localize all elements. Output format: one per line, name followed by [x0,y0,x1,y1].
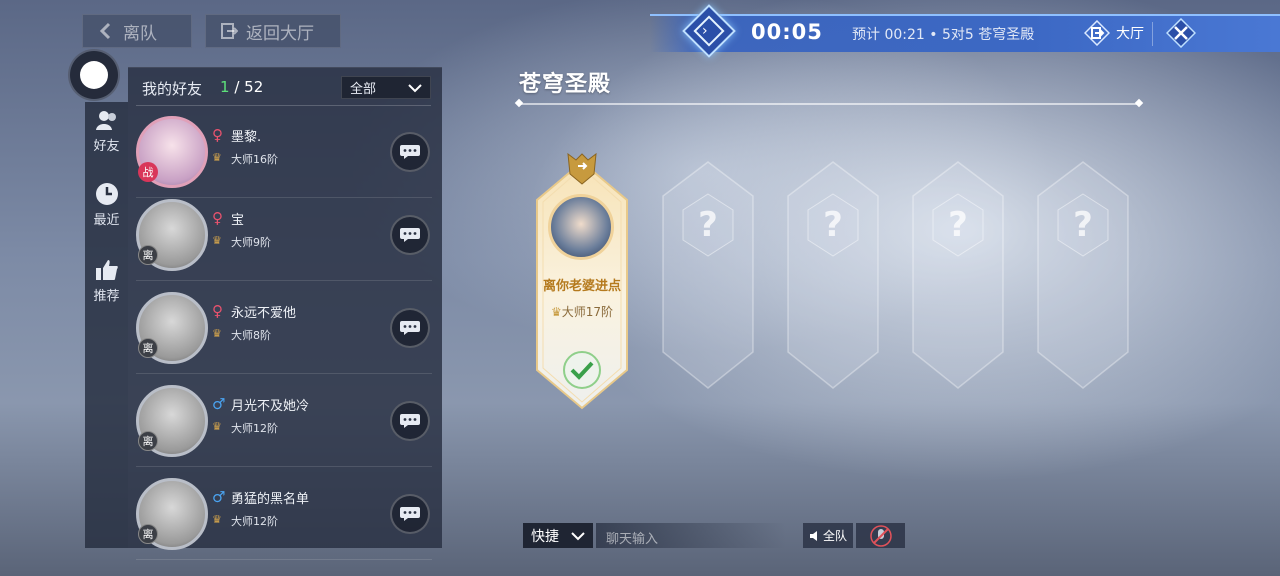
chat-bubble-button[interactable] [390,132,430,172]
play-arrow-icon: › [702,23,708,39]
unknown-player-icon: ? [948,205,968,245]
friend-status-badge: 离 [138,338,158,358]
friend-name: 永远不爱他 [231,306,297,321]
chat-bubble-icon [400,414,420,428]
back-to-lobby-button[interactable]: 返回大厅 [205,14,341,48]
mic-muted-icon [869,524,892,547]
unknown-player-icon: ? [1073,205,1093,245]
chat-bubble-icon [400,228,420,242]
chat-bubble-button[interactable] [390,215,430,255]
chat-bubble-icon [400,321,420,335]
friend-name: 宝 [231,213,245,228]
unknown-player-icon: ? [823,205,843,245]
voice-team-label: 全队 [822,529,847,543]
player-avatar[interactable] [548,194,614,260]
gender-icon: ♂ [212,395,226,413]
team-leader-crest-icon [567,152,597,185]
friend-rank: 大师16阶 [231,153,278,166]
rail-tab-recommend-label: 推荐 [93,289,120,304]
rank-crown-icon: ♛ [212,327,222,340]
chat-bubble-button[interactable] [390,401,430,441]
room-title: 苍穹圣殿 [519,72,612,97]
friend-row[interactable]: 离 ♀ 永远不爱他 ♛ 大师8阶 [136,282,432,374]
mic-toggle-button[interactable] [856,523,905,548]
leave-team-label: 离队 [123,23,157,44]
empty-player-slot: ? [786,160,880,390]
rail-tab-recommend[interactable]: 推荐 [85,258,128,304]
chevron-down-icon [408,83,422,92]
friend-rank: 大师12阶 [231,515,278,528]
friend-filter-dropdown[interactable]: 全部 [341,76,431,99]
empty-player-slot: ? [1036,160,1130,390]
rank-crown-icon: ♛ [550,305,562,319]
matchmaking-info: 预计 00:21 • 5对5 苍穹圣殿 [852,27,1035,43]
hall-button[interactable]: 大厅 [1084,20,1144,46]
rail-tab-friends-label: 好友 [93,139,120,154]
chevron-left-icon [99,22,111,40]
friend-rank: 大师9阶 [231,236,271,249]
clock-icon [95,183,118,205]
gender-icon: ♀ [212,209,223,227]
friend-status-badge: 战 [138,162,158,182]
friends-icon [95,111,116,130]
friend-rank: 大师12阶 [231,422,278,435]
rank-crown-icon: ♛ [212,420,222,433]
empty-player-slot: ? [911,160,1005,390]
rail-tab-recent[interactable]: 最近 [85,182,128,228]
gender-icon: ♀ [212,126,223,144]
friend-name: 月光不及她冷 [231,399,310,414]
gender-icon: ♂ [212,488,226,506]
friend-status-badge: 离 [138,524,158,544]
cancel-match-close-icon[interactable] [1166,18,1196,48]
leave-team-button[interactable]: 离队 [82,14,192,48]
unknown-player-icon: ? [698,205,718,245]
title-divider [519,103,1139,105]
rail-tab-recent-label: 最近 [93,213,120,228]
back-to-lobby-label: 返回大厅 [246,23,314,44]
hall-label: 大厅 [1116,26,1144,42]
friend-row[interactable]: 离 ♂ 勇猛的黑名单 ♛ 大师12阶 [136,468,432,560]
friend-list-title: 我的好友 [142,80,203,98]
chevron-down-icon [571,531,585,540]
rank-crown-icon: ♛ [212,513,222,526]
friend-name: 墨黎. [231,130,262,145]
chat-input[interactable]: 聊天输入 [596,523,786,548]
friend-row[interactable]: 战 ♀ 墨黎. ♛ 大师16阶 [136,106,432,198]
chat-bubble-icon [400,145,420,159]
gender-icon: ♀ [212,302,223,320]
quick-chat-dropdown[interactable]: 快捷 [523,523,593,548]
empty-player-slot: ? [661,160,755,390]
friend-category-rail [85,102,128,548]
exit-door-icon [221,23,238,39]
rank-crown-icon: ♛ [212,151,222,164]
exit-hall-icon [1084,20,1110,46]
chat-bubble-button[interactable] [390,494,430,534]
thumbs-up-icon [95,260,118,280]
online-friend-count: 1 / 52 [220,78,264,96]
ready-check-icon [563,351,601,389]
friend-status-badge: 离 [138,431,158,451]
player-name: 离你老婆进点 [542,279,621,294]
quick-chat-label: 快捷 [531,528,559,545]
chat-bubble-button[interactable] [390,308,430,348]
friend-status-badge: 离 [138,245,158,265]
rail-tab-friends[interactable]: 好友 [85,108,128,154]
rank-crown-icon: ♛ [212,234,222,247]
speaker-icon [809,530,817,541]
friend-row[interactable]: 离 ♀ 宝 ♛ 大师9阶 [136,189,432,281]
voice-team-button[interactable]: 全队 [803,523,853,548]
matchmaking-timer: 00:05 [751,20,823,44]
friend-name: 勇猛的黑名单 [231,492,310,507]
friend-row[interactable]: 离 ♂ 月光不及她冷 ♛ 大师12阶 [136,375,432,467]
friend-filter-value: 全部 [350,82,377,97]
chat-bubble-icon [400,507,420,521]
friend-rank: 大师8阶 [231,329,271,342]
player-rank: ♛大师17阶 [550,305,614,319]
